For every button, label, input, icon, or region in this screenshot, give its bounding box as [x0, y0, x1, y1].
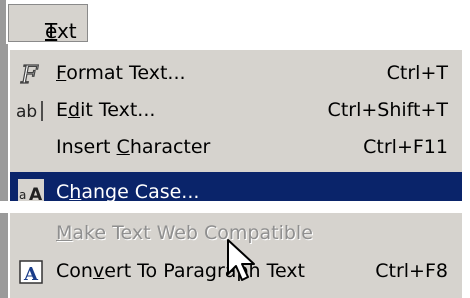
convert-paragraph-icon: A	[16, 257, 46, 287]
menu-item-format-text[interactable]: F Format Text... Ctrl+T	[10, 56, 462, 92]
svg-text:A: A	[23, 264, 39, 285]
svg-text:a: a	[19, 188, 26, 202]
menu-item-edit-text[interactable]: ab Edit Text... Ctrl+Shift+T	[10, 93, 462, 129]
mouse-cursor-icon	[226, 238, 260, 284]
menu-bar: Text	[0, 0, 470, 44]
text-menu-title[interactable]: Text	[8, 4, 88, 43]
convert-to-paragraph-shortcut: Ctrl+F8	[375, 260, 448, 282]
edit-text-icon: ab	[16, 96, 46, 126]
svg-text:ab: ab	[16, 102, 37, 122]
change-case-label: Change Case...	[56, 181, 200, 203]
convert-to-paragraph-label: Convert To Paragraph Text	[56, 260, 306, 282]
menu-item-insert-character[interactable]: Insert Character Ctrl+F11	[10, 130, 462, 166]
insert-character-shortcut: Ctrl+F11	[363, 136, 448, 158]
left-border	[0, 44, 8, 298]
screenshot-band	[0, 201, 470, 213]
format-text-icon: F	[16, 59, 46, 89]
edit-text-shortcut: Ctrl+Shift+T	[327, 99, 448, 121]
insert-character-label: Insert Character	[56, 136, 211, 158]
svg-text:F: F	[20, 61, 39, 87]
edit-text-label: Edit Text...	[56, 99, 156, 121]
menu-bar-edge	[0, 0, 6, 44]
make-text-web-compatible-label: Make Text Web Compatible	[56, 222, 313, 244]
format-text-label: Format Text...	[56, 62, 186, 84]
right-border	[462, 44, 470, 298]
format-text-shortcut: Ctrl+T	[386, 62, 448, 84]
